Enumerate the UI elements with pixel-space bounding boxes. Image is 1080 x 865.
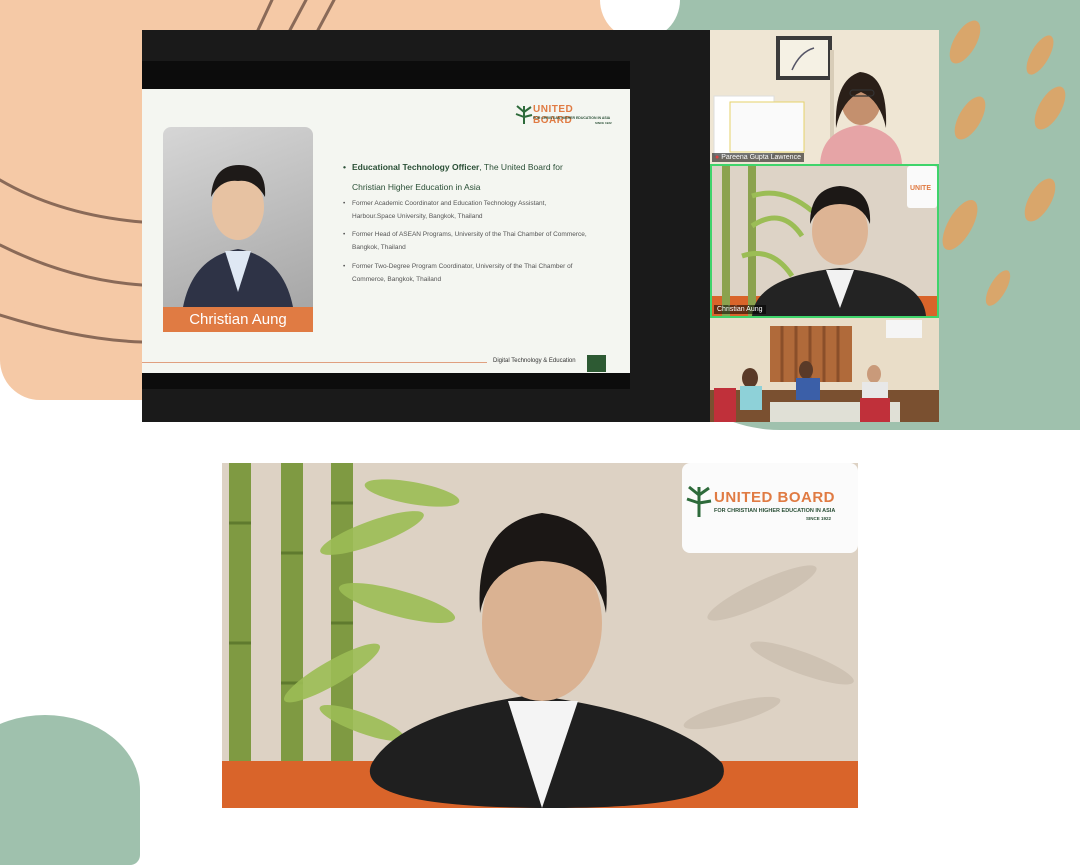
slide-bullet-line: Bangkok, Thailand (352, 244, 406, 251)
bamboo-logo-icon (515, 105, 533, 124)
slide-person-name: Christian Aung (163, 307, 313, 332)
person-silhouette (183, 165, 293, 307)
slide-bullet-line: Former Head of ASEAN Programs, Universit… (352, 231, 587, 238)
participant-tile-active[interactable]: UNITE Christian Aung (710, 164, 939, 318)
speaker-logo-text: UNITED BOARD (714, 489, 835, 506)
united-board-logo-since: SINCE 1922 (595, 121, 612, 125)
bamboo-logo-icon (686, 485, 712, 517)
slide-footer-line (142, 362, 487, 363)
participant-video (710, 318, 939, 422)
participant-video: UNITE (712, 166, 937, 316)
participant-name-text: Pareena Gupta Lawrence (721, 154, 801, 161)
speaker-logo-subtitle: FOR CHRISTIAN HIGHER EDUCATION IN ASIA (714, 508, 836, 514)
slide-title-bold: Educational Technology Officer (352, 162, 480, 172)
slide-bullet-line: Commerce, Bangkok, Thailand (352, 276, 442, 283)
speaker-video: UNITED BOARD FOR CHRISTIAN HIGHER EDUCAT… (222, 463, 858, 808)
slide-footer-text: Digital Technology & Education (493, 358, 576, 364)
slide-bullet: • Former Two-Degree Program Coordinator,… (343, 263, 573, 283)
slide-profile-photo (163, 127, 313, 307)
slide-bullet-line: Harbour.Space University, Bangkok, Thail… (352, 213, 483, 220)
participant-tile[interactable]: ● Pareena Gupta Lawrence (710, 30, 939, 164)
microphone-muted-icon: ● (715, 154, 720, 161)
speaker-united-board-logo: UNITED BOARD FOR CHRISTIAN HIGHER EDUCAT… (686, 483, 856, 533)
united-board-logo: UNITED BOARD FOR CHRISTIAN HIGHER EDUCAT… (515, 102, 615, 126)
participant-name: Christian Aung (714, 305, 766, 314)
slide-title-line2: Christian Higher Education in Asia (352, 182, 481, 192)
participant-name: ● Pareena Gupta Lawrence (712, 153, 804, 162)
slide-footer-box (587, 355, 606, 372)
speaker-logo-since: SINCE 1922 (806, 516, 832, 521)
slide-bullet-line: Former Two-Degree Program Coordinator, U… (352, 263, 573, 270)
slide-title: • Educational Technology Officer, The Un… (343, 162, 563, 192)
participant-tile[interactable] (710, 318, 939, 422)
slide-bullet: • Former Head of ASEAN Programs, Univers… (343, 231, 587, 251)
united-board-logo-subtitle: FOR CHRISTIAN HIGHER EDUCATION IN ASIA (533, 116, 611, 120)
slide-title-rest: , The United Board for (479, 162, 563, 172)
slide-bullet-line: Former Academic Coordinator and Educatio… (352, 200, 547, 207)
svg-text:UNITE: UNITE (910, 185, 931, 192)
participant-video (710, 30, 939, 164)
slide-bullet: • Former Academic Coordinator and Educat… (343, 200, 547, 220)
